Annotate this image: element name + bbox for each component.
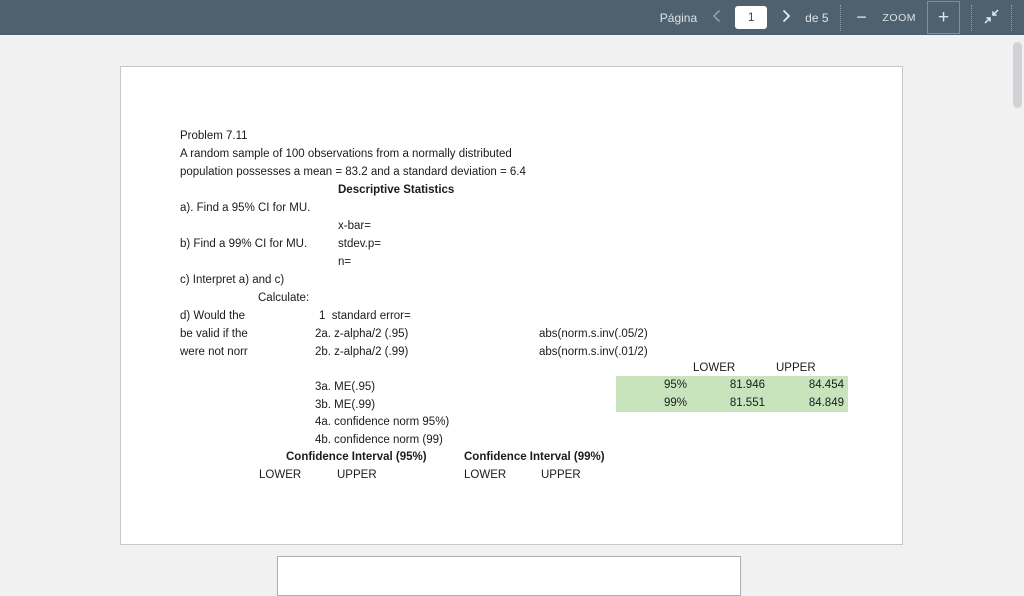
toolbar-divider bbox=[971, 4, 972, 31]
previous-page-button[interactable] bbox=[708, 6, 724, 30]
vertical-scrollbar-thumb[interactable] bbox=[1013, 42, 1022, 108]
zoom-out-button[interactable]: − bbox=[852, 6, 872, 30]
step-4a: 4a. confidence norm 95%) bbox=[315, 416, 450, 428]
part-d-line3: were not norr bbox=[180, 346, 248, 358]
next-page-button[interactable] bbox=[778, 6, 794, 30]
page-label: Página bbox=[659, 10, 698, 25]
part-c: c) Interpret a) and c) bbox=[180, 274, 285, 286]
part-d-line1: d) Would the bbox=[180, 310, 245, 322]
xbar-label: x-bar= bbox=[338, 220, 371, 232]
ci95-upper-label: UPPER bbox=[337, 469, 377, 481]
document-page-1: Problem 7.11 A random sample of 100 obse… bbox=[120, 66, 903, 545]
ci99-header: Confidence Interval (99%) bbox=[464, 451, 605, 463]
plus-icon: + bbox=[937, 6, 950, 28]
results-row-95: 95% 81.946 84.454 bbox=[616, 376, 848, 394]
collapse-button[interactable] bbox=[983, 8, 1000, 28]
ci99-upper-label: UPPER bbox=[541, 469, 581, 481]
zoom-in-button[interactable]: + bbox=[927, 1, 960, 34]
lower-bound-cell: 81.946 bbox=[729, 379, 765, 391]
minus-icon: − bbox=[856, 7, 867, 27]
section-header: Descriptive Statistics bbox=[338, 184, 455, 196]
part-b: b) Find a 99% CI for MU. bbox=[180, 238, 308, 250]
results-table: 95% 81.946 84.454 99% 81.551 84.849 bbox=[616, 376, 848, 412]
calculate-label: Calculate: bbox=[258, 292, 310, 304]
results-header-lower: LOWER bbox=[693, 362, 736, 374]
ci95-header: Confidence Interval (95%) bbox=[286, 451, 427, 463]
step-3b: 3b. ME(.99) bbox=[315, 399, 376, 411]
confidence-level-cell: 99% bbox=[663, 397, 687, 409]
ci99-lower-label: LOWER bbox=[464, 469, 507, 481]
ci95-lower-label: LOWER bbox=[259, 469, 302, 481]
chevron-left-icon bbox=[712, 9, 721, 26]
page-number-input[interactable] bbox=[735, 6, 768, 29]
page-count-label: de 5 bbox=[805, 10, 829, 25]
toolbar-divider bbox=[839, 4, 841, 31]
upper-bound-cell: 84.454 bbox=[808, 379, 844, 391]
compress-arrows-icon bbox=[983, 8, 1000, 28]
results-header-upper: UPPER bbox=[776, 362, 816, 374]
problem-title: Problem 7.11 bbox=[180, 130, 248, 142]
formula-2b: abs(norm.s.inv(.01/2) bbox=[539, 346, 648, 358]
results-row-99: 99% 81.551 84.849 bbox=[616, 394, 848, 412]
step-2a: 2a. z-alpha/2 (.95) bbox=[315, 328, 409, 340]
lower-bound-cell: 81.551 bbox=[729, 397, 765, 409]
part-d-line2: be valid if the bbox=[180, 328, 248, 340]
problem-intro-line2: population possesses a mean = 83.2 and a… bbox=[180, 166, 526, 178]
viewer-toolbar: Página de 5 − ZOOM + bbox=[0, 0, 1024, 35]
stdev-label: stdev.p= bbox=[338, 238, 381, 250]
step-4b: 4b. confidence norm (99) bbox=[315, 434, 443, 446]
problem-intro-line1: A random sample of 100 observations from… bbox=[180, 148, 512, 160]
step-3a: 3a. ME(.95) bbox=[315, 381, 376, 393]
step-2b: 2b. z-alpha/2 (.99) bbox=[315, 346, 409, 358]
upper-bound-cell: 84.849 bbox=[808, 397, 844, 409]
toolbar-divider bbox=[1011, 4, 1012, 31]
part-a: a). Find a 95% CI for MU. bbox=[180, 202, 311, 214]
chevron-right-icon bbox=[782, 9, 791, 26]
document-viewer: Problem 7.11 A random sample of 100 obse… bbox=[0, 35, 1024, 596]
n-label: n= bbox=[338, 256, 352, 268]
step-1: 1 standard error= bbox=[319, 310, 411, 322]
zoom-label: ZOOM bbox=[882, 11, 916, 24]
confidence-level-cell: 95% bbox=[663, 379, 687, 391]
document-page-2 bbox=[277, 556, 741, 596]
formula-2a: abs(norm.s.inv(.05/2) bbox=[539, 328, 648, 340]
